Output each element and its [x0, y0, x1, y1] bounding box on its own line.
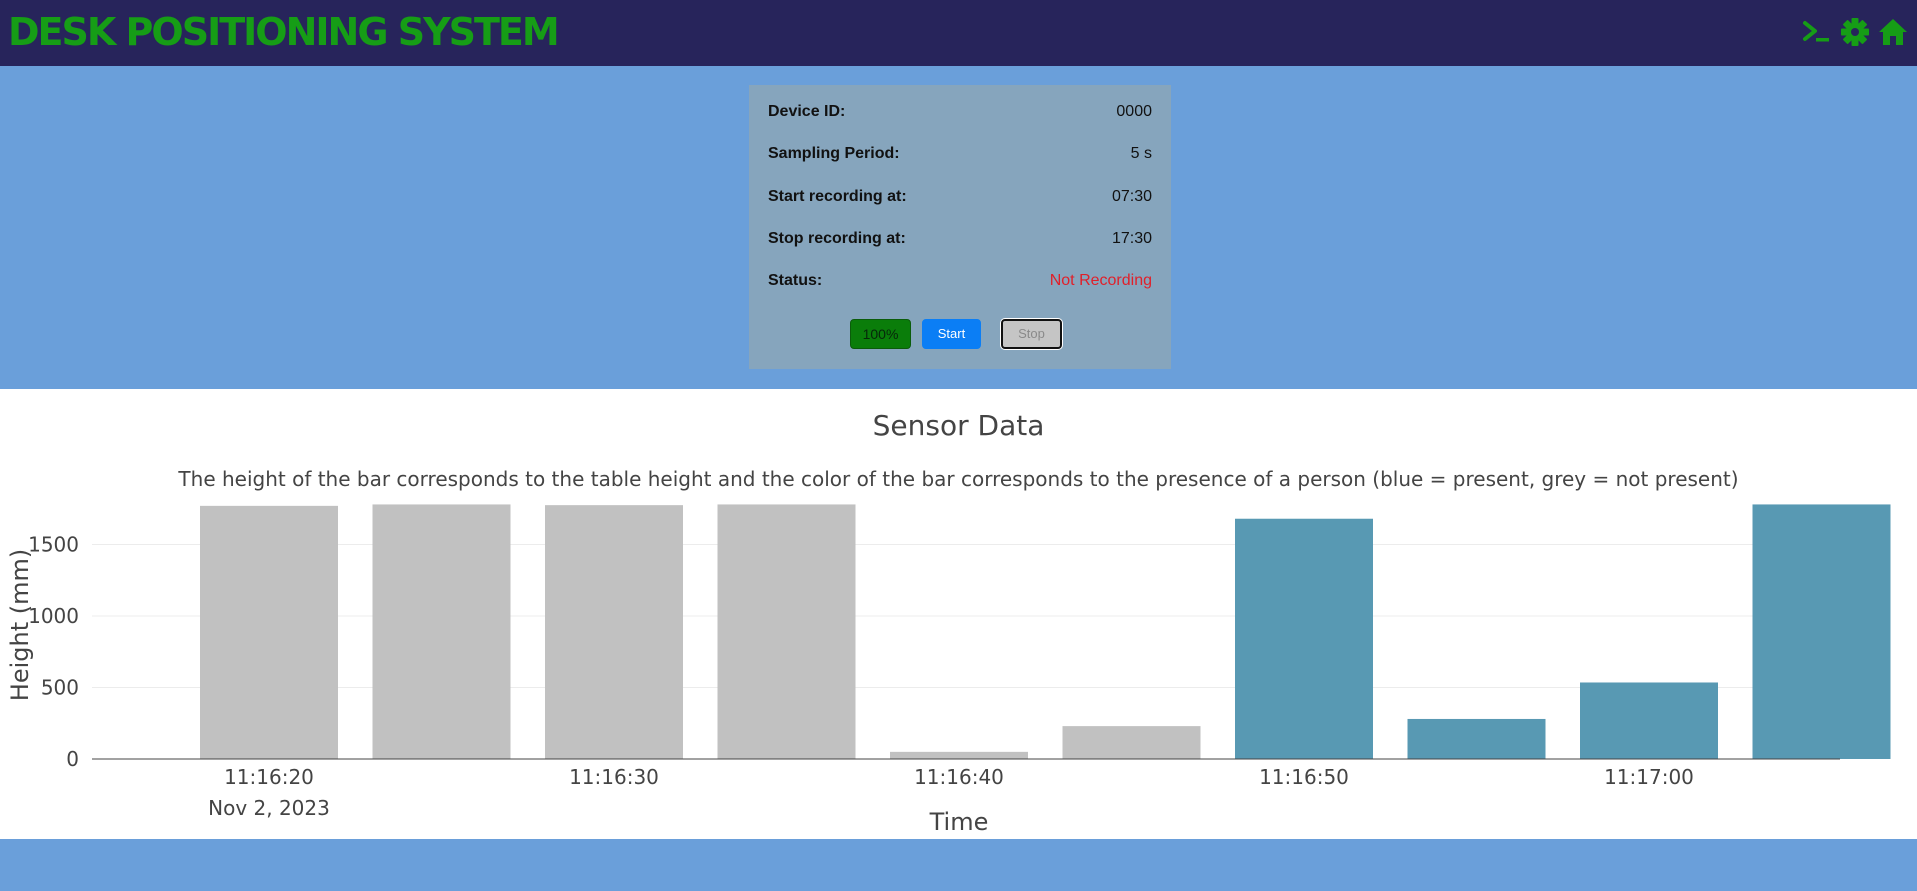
terminal-icon[interactable] — [1801, 16, 1833, 48]
bar — [545, 505, 683, 759]
y-tick-label: 500 — [41, 675, 79, 699]
start-button[interactable]: Start — [922, 319, 981, 349]
y-tick-label: 1500 — [28, 532, 79, 556]
bar — [1752, 504, 1891, 759]
stop-recording-value: 17:30 — [1111, 230, 1152, 247]
stop-button[interactable]: Stop — [1001, 319, 1062, 349]
bar — [1580, 682, 1718, 759]
x-tick-label: 11:16:20 — [224, 765, 314, 789]
bar — [372, 504, 511, 759]
status-label: Status: — [768, 272, 823, 289]
y-tick-label: 1000 — [28, 604, 79, 628]
gear-icon[interactable] — [1839, 16, 1871, 48]
x-tick-label: 11:16:50 — [1259, 765, 1349, 789]
sampling-period-label: Sampling Period: — [768, 145, 900, 162]
chart-area: Sensor Data The height of the bar corres… — [0, 389, 1917, 839]
status-row: Status: Not Recording — [768, 270, 1152, 292]
bar — [200, 505, 338, 759]
bar — [890, 751, 1028, 759]
home-icon[interactable] — [1877, 16, 1909, 48]
app-title: DESK POSITIONING SYSTEM — [8, 10, 560, 54]
battery-button[interactable]: 100% — [850, 319, 911, 349]
x-tick-label: 11:16:30 — [569, 765, 659, 789]
start-recording-value: 07:30 — [1111, 188, 1152, 205]
device-id-row: Device ID: 0000 — [768, 101, 1152, 123]
bar — [1407, 718, 1546, 759]
device-id-label: Device ID: — [768, 103, 846, 120]
x-tick-label: 11:17:00 — [1604, 765, 1694, 789]
bar — [717, 504, 856, 759]
sampling-period-value: 5 s — [1130, 145, 1152, 162]
device-id-value: 0000 — [1116, 103, 1152, 120]
x-date-label: Nov 2, 2023 — [208, 796, 330, 820]
start-recording-label: Start recording at: — [768, 188, 907, 205]
x-axis-title: Time — [929, 808, 989, 836]
bar-chart: 0 500 1000 1500 11:16:20 11:16:30 11:16:40 11:1… — [6, 504, 1891, 836]
stop-recording-row: Stop recording at: 17:30 — [768, 228, 1152, 250]
y-tick-label: 0 — [66, 747, 79, 771]
start-recording-row: Start recording at: 07:30 — [768, 186, 1152, 208]
app-header: DESK POSITIONING SYSTEM — [0, 0, 1917, 66]
x-tick-label: 11:16:40 — [914, 765, 1004, 789]
bar — [1062, 726, 1201, 759]
stop-recording-label: Stop recording at: — [768, 230, 906, 247]
bar — [1235, 518, 1373, 759]
y-axis-title: Height (mm) — [6, 549, 34, 701]
device-panel: Device ID: 0000 Sampling Period: 5 s Sta… — [749, 85, 1171, 369]
sampling-period-row: Sampling Period: 5 s — [768, 143, 1152, 165]
status-value: Not Recording — [1049, 272, 1152, 289]
